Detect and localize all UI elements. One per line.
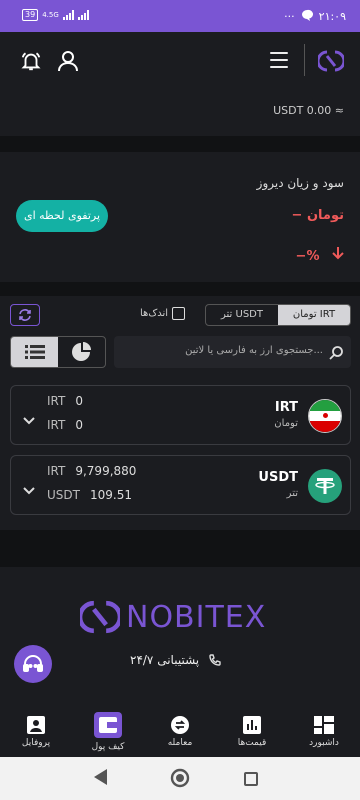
profile-icon (25, 716, 47, 734)
headset-icon (23, 655, 43, 672)
asset-row-usdt[interactable]: IRT 9,799,880 USDT 109.51 USDT تتر (10, 455, 351, 515)
nobitex-brand: NOBITEX (80, 597, 266, 637)
search-placeholder: جستجوی ارز به فارسی یا لاتین... (185, 345, 323, 356)
header-divider (304, 44, 305, 76)
nav-wallet[interactable]: کیف پول (74, 707, 142, 757)
pnl-title: سود و زیان دیروز (256, 176, 344, 190)
balance-unit: IRT (47, 464, 66, 478)
nav-prices[interactable]: قیمت‌ها (218, 707, 286, 757)
signal-icon (62, 10, 74, 20)
asset-balance-line: IRT 9,799,880 (47, 464, 136, 478)
dashboard-icon (313, 716, 335, 734)
footer: NOBITEX پشتیبانی ۲۴/۷ (0, 567, 360, 707)
asset-balance-line: IRT 0 (47, 394, 83, 408)
phone-icon (209, 654, 221, 666)
asset-balance-line: USDT 109.51 (47, 488, 132, 502)
balance-value: 0 (75, 418, 83, 432)
notifications-bell-icon[interactable] (20, 50, 42, 76)
notification-dots: ··· (284, 10, 295, 23)
chevron-down-icon[interactable] (23, 480, 35, 499)
asset-row-irt[interactable]: IRT 0 IRT 0 IRT تومان (10, 385, 351, 445)
wallet-icon (94, 712, 122, 738)
chart-view-button[interactable] (58, 337, 105, 367)
currency-tabs: تتر USDT تومان IRT (205, 304, 351, 326)
small-balances-checkbox[interactable] (172, 307, 186, 320)
hamburger-menu-icon[interactable] (270, 52, 288, 68)
nav-label: پروفایل (21, 738, 51, 748)
balance-unit: IRT (47, 394, 66, 408)
small-balances-toggle[interactable]: اندک‌ها (140, 307, 186, 320)
balance-unit: IRT (47, 418, 66, 432)
chart-icon (241, 716, 263, 734)
chevron-down-icon[interactable] (23, 410, 35, 429)
system-navigation-bar (0, 757, 360, 800)
down-arrow-icon (332, 247, 344, 260)
tether-icon (308, 469, 342, 503)
brand-name: NOBITEX (126, 599, 267, 635)
asset-name: تتر (286, 488, 298, 499)
nav-label: معامله (167, 738, 193, 748)
status-bar: 39 4.5G ··· ۲۱:۰۹ (0, 0, 360, 32)
asset-symbol: IRT (274, 400, 298, 415)
asset-balance-line: IRT 0 (47, 418, 83, 432)
clock: ۲۱:۰۹ (318, 10, 346, 23)
view-toggle (10, 336, 106, 368)
iran-flag-icon (308, 399, 342, 433)
pnl-currency: − تومان (291, 208, 344, 223)
pnl-percent: −% (296, 246, 344, 264)
live-portfolio-button[interactable]: پرتفوی لحظه ای (16, 200, 108, 232)
usdt-estimate: USDT 0.00 ≈ (273, 104, 344, 117)
battery-indicator: 39 (22, 9, 39, 21)
nav-label: کیف پول (91, 742, 125, 752)
nav-dashboard[interactable]: داشبورد (290, 707, 358, 757)
recents-icon[interactable] (244, 771, 258, 790)
network-type: 4.5G (42, 10, 59, 19)
tab-irt[interactable]: تومان IRT (278, 305, 350, 325)
balance-value: 109.51 (89, 488, 132, 502)
support-line[interactable]: پشتیبانی ۲۴/۷ (130, 653, 221, 667)
nav-profile[interactable]: پروفایل (2, 707, 70, 757)
list-view-button[interactable] (11, 337, 58, 367)
pnl-card: سود و زیان دیروز − تومان −% پرتفوی لحظه … (0, 152, 360, 282)
nav-label: قیمت‌ها (237, 738, 267, 748)
pie-chart-icon (71, 342, 91, 361)
support-label: پشتیبانی ۲۴/۷ (130, 653, 200, 667)
support-chat-button[interactable] (14, 645, 52, 683)
bottom-navigation: داشبورد قیمت‌ها معامله کیف پول پروفایل (0, 707, 360, 757)
back-icon[interactable] (94, 769, 108, 789)
balance-card: USDT 0.00 ≈ (0, 90, 360, 136)
asset-search[interactable]: جستجوی ارز به فارسی یا لاتین... (114, 336, 351, 368)
small-balances-label: اندک‌ها (140, 308, 169, 319)
tab-usdt[interactable]: تتر USDT (206, 305, 278, 325)
asset-name: تومان (274, 418, 298, 429)
search-icon (329, 345, 343, 364)
trade-icon (169, 716, 191, 734)
nav-label: داشبورد (309, 738, 339, 748)
asset-symbol: USDT (258, 470, 298, 485)
refresh-button[interactable] (10, 304, 40, 326)
nav-trade[interactable]: معامله (146, 707, 214, 757)
user-icon[interactable] (58, 50, 78, 76)
nobitex-logo-icon (80, 600, 120, 634)
chat-notification-icon (301, 9, 313, 24)
app-header (0, 32, 360, 90)
pnl-percent-value: −% (295, 249, 320, 264)
nobitex-logo-icon[interactable] (316, 48, 346, 78)
home-icon[interactable] (170, 768, 190, 792)
list-icon (24, 345, 45, 359)
signal-icon-2 (77, 10, 89, 20)
refresh-icon (19, 309, 31, 321)
balance-unit: USDT (47, 488, 80, 502)
balance-value: 0 (75, 394, 83, 408)
balance-value: 9,799,880 (75, 464, 137, 478)
